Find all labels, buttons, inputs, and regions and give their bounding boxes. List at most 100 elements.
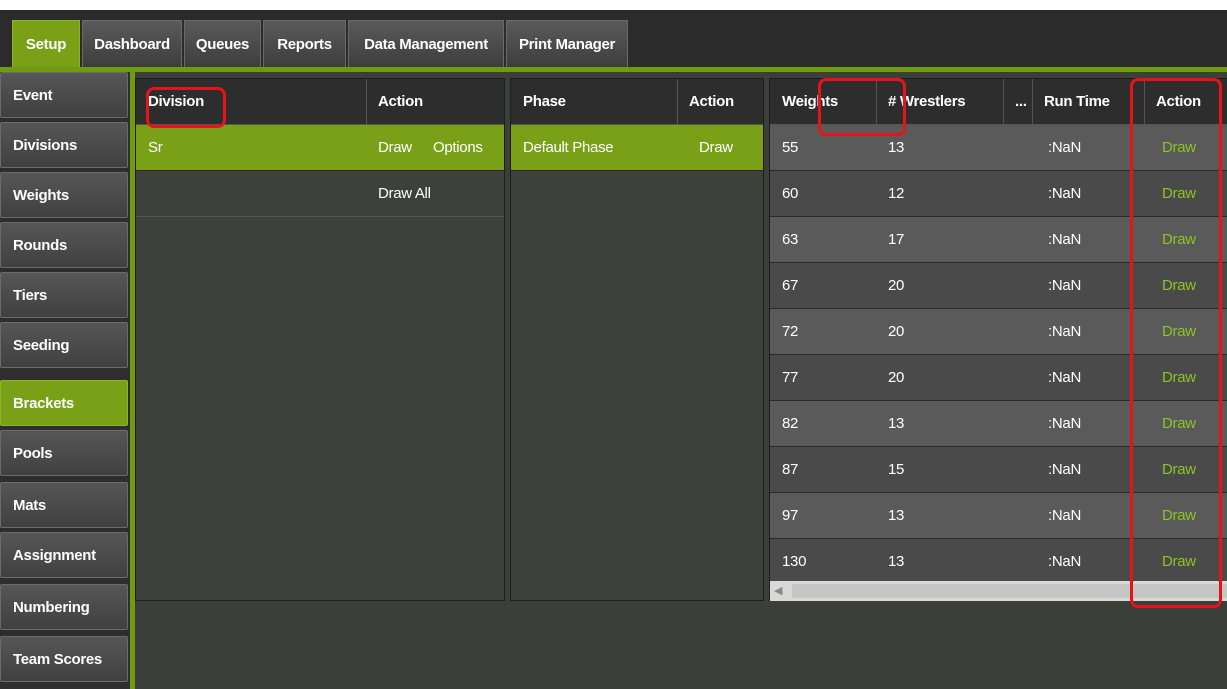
tab-label: Reports <box>277 35 332 53</box>
top-tab-bar: Setup Dashboard Queues Reports Data Mana… <box>0 10 1227 67</box>
nav-label: Seeding <box>13 336 70 354</box>
run-time-value: :NaN <box>1048 552 1081 570</box>
tab-print-manager[interactable]: Print Manager <box>506 20 628 67</box>
division-action-column-header[interactable]: Action <box>366 79 504 124</box>
wrestler-count: 13 <box>888 552 905 570</box>
wrestler-count: 20 <box>888 368 905 386</box>
more-columns-header[interactable]: ... <box>1003 79 1032 124</box>
nav-rounds[interactable]: Rounds <box>0 222 128 268</box>
wrestlers-column-header[interactable]: # Wrestlers <box>876 79 1003 124</box>
tab-label: Setup <box>25 35 67 53</box>
weight-row[interactable]: 130 13 :NaN Draw <box>770 539 1227 585</box>
wrestler-count: 13 <box>888 414 905 432</box>
phase-panel-header: Phase Action <box>511 79 763 125</box>
weights-panel: Weights # Wrestlers ... Run Time Action … <box>769 78 1227 601</box>
nav-label: Pools <box>13 444 53 462</box>
weight-value: 82 <box>782 414 799 432</box>
nav-weights[interactable]: Weights <box>0 172 128 218</box>
weight-row[interactable]: 77 20 :NaN Draw <box>770 355 1227 401</box>
weight-draw-link[interactable]: Draw <box>1150 217 1196 261</box>
tab-data-management[interactable]: Data Management <box>348 20 504 67</box>
division-draw-link[interactable]: Draw <box>366 125 412 169</box>
run-time-column-header[interactable]: Run Time <box>1032 79 1144 124</box>
weight-row[interactable]: 97 13 :NaN Draw <box>770 493 1227 539</box>
run-time-value: :NaN <box>1048 506 1081 524</box>
weight-value: 55 <box>782 138 799 156</box>
wrestler-count: 13 <box>888 138 905 156</box>
weight-value: 77 <box>782 368 799 386</box>
wrestler-count: 12 <box>888 184 905 202</box>
nav-seeding[interactable]: Seeding <box>0 322 128 368</box>
weights-column-header[interactable]: Weights <box>770 79 876 124</box>
nav-brackets[interactable]: Brackets <box>0 380 128 426</box>
run-time-value: :NaN <box>1048 230 1081 248</box>
phase-row[interactable]: Default Phase Draw <box>511 125 763 171</box>
wrestler-count: 20 <box>888 276 905 294</box>
nav-divisions[interactable]: Divisions <box>0 122 128 168</box>
scroll-left-arrow-icon[interactable]: ◀ <box>774 584 782 597</box>
weight-row[interactable]: 87 15 :NaN Draw <box>770 447 1227 493</box>
weight-draw-link[interactable]: Draw <box>1150 447 1196 491</box>
horizontal-scrollbar[interactable]: ◀ <box>770 581 1227 601</box>
weight-value: 97 <box>782 506 799 524</box>
nav-label: Assignment <box>13 546 96 564</box>
phase-name: Default Phase <box>523 138 614 156</box>
weight-draw-link[interactable]: Draw <box>1150 263 1196 307</box>
division-panel: Division Action Sr Draw Options Draw All <box>135 78 505 601</box>
weight-row[interactable]: 55 13 :NaN Draw <box>770 125 1227 171</box>
nav-label: Event <box>13 86 53 104</box>
phase-draw-link[interactable]: Draw <box>687 125 733 169</box>
wrestler-count: 13 <box>888 506 905 524</box>
weight-draw-link[interactable]: Draw <box>1150 309 1196 353</box>
weight-draw-link[interactable]: Draw <box>1150 401 1196 445</box>
run-time-value: :NaN <box>1048 184 1081 202</box>
draw-all-link[interactable]: Draw All <box>366 171 431 215</box>
tab-label: Data Management <box>364 35 488 53</box>
app-window: Setup Dashboard Queues Reports Data Mana… <box>0 10 1227 689</box>
weight-row[interactable]: 72 20 :NaN Draw <box>770 309 1227 355</box>
side-nav: Event Divisions Weights Rounds Tiers See… <box>0 72 133 689</box>
weight-row[interactable]: 63 17 :NaN Draw <box>770 217 1227 263</box>
weight-row[interactable]: 67 20 :NaN Draw <box>770 263 1227 309</box>
weight-draw-link[interactable]: Draw <box>1150 355 1196 399</box>
weight-draw-link[interactable]: Draw <box>1150 493 1196 537</box>
division-column-header[interactable]: Division <box>136 79 366 124</box>
tab-dashboard[interactable]: Dashboard <box>82 20 182 67</box>
weights-action-column-header[interactable]: Action <box>1144 79 1227 124</box>
nav-mats[interactable]: Mats <box>0 482 128 528</box>
nav-pools[interactable]: Pools <box>0 430 128 476</box>
tab-setup[interactable]: Setup <box>12 20 80 67</box>
nav-label: Tiers <box>13 286 48 304</box>
tab-label: Dashboard <box>94 35 170 53</box>
division-row[interactable]: Sr Draw Options <box>136 125 504 171</box>
scrollbar-thumb[interactable] <box>792 584 1227 598</box>
weight-row[interactable]: 60 12 :NaN Draw <box>770 171 1227 217</box>
nav-label: Rounds <box>13 236 68 254</box>
phase-column-header[interactable]: Phase <box>511 79 677 124</box>
tab-reports[interactable]: Reports <box>263 20 346 67</box>
nav-label: Mats <box>13 496 46 514</box>
division-panel-header: Division Action <box>136 79 504 125</box>
run-time-value: :NaN <box>1048 322 1081 340</box>
weight-draw-link[interactable]: Draw <box>1150 125 1196 169</box>
weight-row[interactable]: 82 13 :NaN Draw <box>770 401 1227 447</box>
division-options-link[interactable]: Options <box>423 125 483 169</box>
weight-value: 67 <box>782 276 799 294</box>
nav-team-scores[interactable]: Team Scores <box>0 636 128 682</box>
nav-numbering[interactable]: Numbering <box>0 584 128 630</box>
nav-event[interactable]: Event <box>0 72 128 118</box>
nav-label: Team Scores <box>13 650 102 668</box>
weight-draw-link[interactable]: Draw <box>1150 539 1196 583</box>
run-time-value: :NaN <box>1048 138 1081 156</box>
tab-label: Print Manager <box>518 35 616 53</box>
nav-tiers[interactable]: Tiers <box>0 272 128 318</box>
run-time-value: :NaN <box>1048 368 1081 386</box>
nav-assignment[interactable]: Assignment <box>0 532 128 578</box>
division-name: Sr <box>148 138 163 156</box>
weight-draw-link[interactable]: Draw <box>1150 171 1196 215</box>
run-time-value: :NaN <box>1048 414 1081 432</box>
weight-value: 63 <box>782 230 799 248</box>
phase-action-column-header[interactable]: Action <box>677 79 763 124</box>
weight-value: 130 <box>782 552 807 570</box>
tab-queues[interactable]: Queues <box>184 20 261 67</box>
